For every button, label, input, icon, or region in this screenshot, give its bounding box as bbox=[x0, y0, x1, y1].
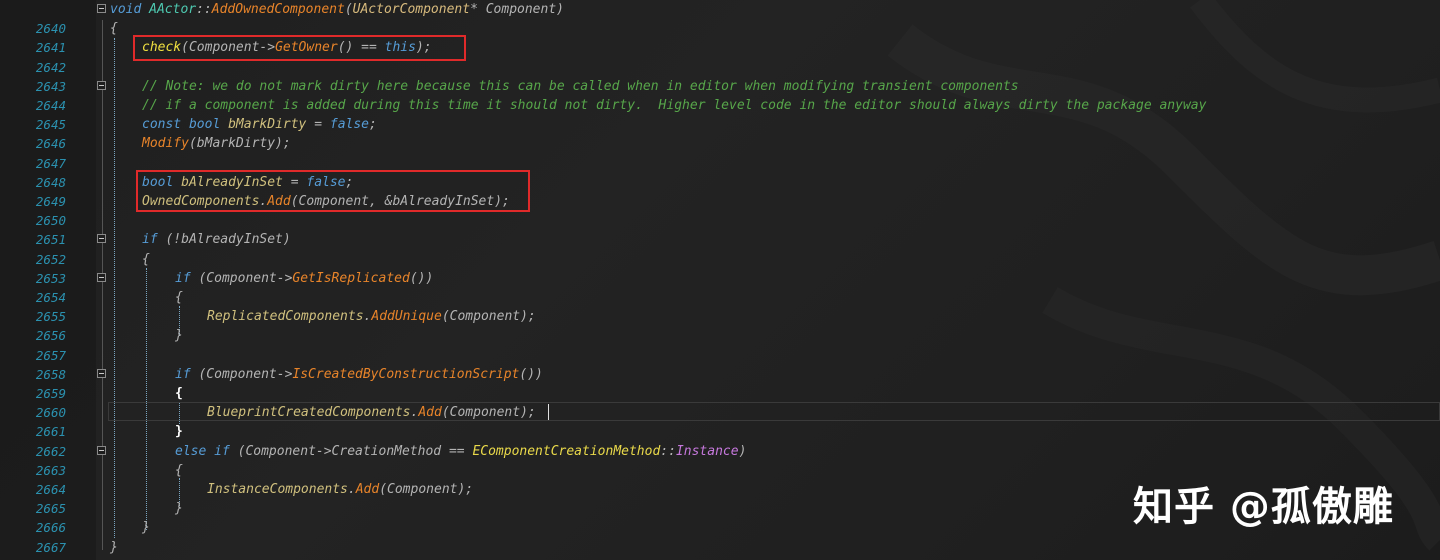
keyword: void bbox=[110, 2, 142, 17]
parameter-type: UActorComponent bbox=[352, 2, 471, 17]
code-text: if (Component->GetIsReplicated()) bbox=[175, 269, 433, 288]
function-name: Modify bbox=[142, 136, 189, 152]
brace: { bbox=[175, 290, 183, 305]
code-text: const bool bMarkDirty = false; bbox=[142, 115, 377, 134]
keyword: else if bbox=[175, 443, 230, 459]
member-variable: ReplicatedComponents bbox=[207, 309, 364, 325]
function-name: Add bbox=[355, 482, 380, 497]
collapse-toggle-icon[interactable] bbox=[97, 445, 106, 455]
highlight-box-add-owned bbox=[136, 170, 530, 212]
collapse-toggle-icon[interactable] bbox=[97, 80, 106, 90]
code-editor[interactable]: 2640 void AActor::AddOwnedComponent(UAct… bbox=[0, 0, 1440, 560]
code-segment: ()) bbox=[409, 270, 434, 286]
code-text: InstanceComponents.Add(Component); bbox=[207, 480, 473, 499]
code-segment: (!bAlreadyInSet) bbox=[165, 232, 291, 248]
code-line-2655[interactable]: 2655 { bbox=[0, 288, 1440, 324]
code-line-2663[interactable]: 2663 else if (Component->CreationMethod … bbox=[0, 442, 1440, 478]
code-line-2658[interactable]: 2658 bbox=[0, 346, 1440, 382]
code-line-2651[interactable]: 2651 bbox=[0, 211, 1440, 247]
function-name: Add bbox=[418, 405, 442, 421]
collapse-toggle-icon[interactable] bbox=[97, 272, 106, 282]
code-line-2657[interactable]: 2657 } bbox=[0, 326, 1440, 362]
paren: ( bbox=[344, 2, 353, 17]
function-name: AddUnique bbox=[371, 309, 442, 325]
brace: } bbox=[175, 501, 183, 517]
brace: } bbox=[142, 520, 150, 536]
collapse-toggle-icon[interactable] bbox=[97, 4, 106, 13]
brace: } bbox=[110, 539, 118, 555]
class-name: AActor bbox=[149, 2, 197, 17]
code-line-2668[interactable]: 2668 } bbox=[0, 538, 1440, 560]
member-variable: InstanceComponents bbox=[207, 482, 348, 497]
text-caret bbox=[548, 404, 549, 420]
watermark-text: 知乎 @孤傲雕 bbox=[1133, 484, 1394, 530]
code-text: void AActor::AddOwnedComponent(UActorCom… bbox=[110, 0, 564, 19]
code-segment: ()) bbox=[519, 366, 543, 382]
brace: { bbox=[142, 251, 150, 267]
scope-operator: :: bbox=[196, 2, 212, 17]
code-line-2645[interactable]: 2645 // if a component is added during t… bbox=[0, 96, 1440, 132]
code-text: if (Component->IsCreatedByConstructionSc… bbox=[175, 365, 543, 384]
code-line-2652[interactable]: 2652 if (!bAlreadyInSet) bbox=[0, 230, 1440, 266]
code-line-2656[interactable]: 2656 ReplicatedComponents.AddUnique(Comp… bbox=[0, 307, 1440, 343]
brace: } bbox=[175, 328, 183, 344]
enum-value: Instance bbox=[675, 443, 739, 459]
keyword: if bbox=[142, 232, 158, 248]
code-line-2644[interactable]: 2644 // Note: we do not mark dirty here … bbox=[0, 77, 1440, 113]
code-line-2659[interactable]: 2659 if (Component->IsCreatedByConstruct… bbox=[0, 365, 1440, 401]
code-segment: (Component->CreationMethod == bbox=[237, 443, 473, 459]
keyword: if bbox=[175, 270, 191, 286]
code-segment: (Component); bbox=[379, 482, 474, 497]
code-text: BlueprintCreatedComponents.Add(Component… bbox=[207, 403, 536, 422]
function-name: IsCreatedByConstructionScript bbox=[292, 366, 520, 382]
function-name: GetIsReplicated bbox=[292, 270, 410, 286]
brace: { bbox=[110, 21, 118, 37]
code-line-2653[interactable]: 2653 { bbox=[0, 250, 1440, 286]
code-segment: (Component-> bbox=[198, 270, 293, 286]
keyword: const bbox=[142, 117, 182, 133]
keyword: if bbox=[175, 366, 191, 382]
code-segment: (Component); bbox=[441, 405, 536, 421]
code-line-2661[interactable]: 2661 BlueprintCreatedComponents.Add(Comp… bbox=[0, 403, 1440, 439]
scope-operator: :: bbox=[660, 443, 676, 459]
brace: { bbox=[175, 462, 183, 478]
dot: . bbox=[347, 482, 356, 497]
comment: // Note: we do not mark dirty here becau… bbox=[142, 78, 1019, 94]
code-line-2662[interactable]: 2662 } bbox=[0, 422, 1440, 458]
code-line-2660[interactable]: 2660 { bbox=[0, 384, 1440, 420]
operator: = bbox=[306, 117, 330, 133]
parameter-rest: * Component) bbox=[470, 2, 564, 17]
code-text: else if (Component->CreationMethod == EC… bbox=[175, 442, 746, 461]
code-segment: (Component-> bbox=[198, 366, 293, 382]
matched-brace: } bbox=[175, 424, 183, 440]
matched-brace: { bbox=[175, 386, 183, 401]
code-line-2654[interactable]: 2654 if (Component->GetIsReplicated()) bbox=[0, 269, 1440, 305]
keyword: bool bbox=[188, 117, 221, 133]
semicolon: ; bbox=[369, 117, 377, 133]
comment: // if a component is added during this t… bbox=[142, 98, 1207, 113]
code-line-2647[interactable]: 2647 Modify(bMarkDirty); bbox=[0, 134, 1440, 170]
code-text: if (!bAlreadyInSet) bbox=[142, 230, 291, 249]
highlight-box-check bbox=[133, 35, 466, 61]
code-line-2640[interactable]: 2640 void AActor::AddOwnedComponent(UAct… bbox=[0, 0, 1440, 36]
member-variable: BlueprintCreatedComponents bbox=[207, 405, 411, 421]
function-name: AddOwnedComponent bbox=[211, 2, 345, 17]
literal: false bbox=[329, 117, 370, 133]
code-text: Modify(bMarkDirty); bbox=[142, 134, 291, 153]
code-segment: (Component); bbox=[441, 309, 536, 325]
code-segment: (bMarkDirty); bbox=[188, 136, 291, 152]
code-segment: ) bbox=[738, 443, 747, 459]
code-text: ReplicatedComponents.AddUnique(Component… bbox=[207, 307, 536, 326]
enum-type: EComponentCreationMethod bbox=[472, 443, 661, 459]
collapse-toggle-icon[interactable] bbox=[97, 234, 106, 244]
code-line-2646[interactable]: 2646 const bool bMarkDirty = false; bbox=[0, 115, 1440, 151]
variable: bMarkDirty bbox=[228, 117, 307, 133]
collapse-toggle-icon[interactable] bbox=[97, 368, 106, 378]
